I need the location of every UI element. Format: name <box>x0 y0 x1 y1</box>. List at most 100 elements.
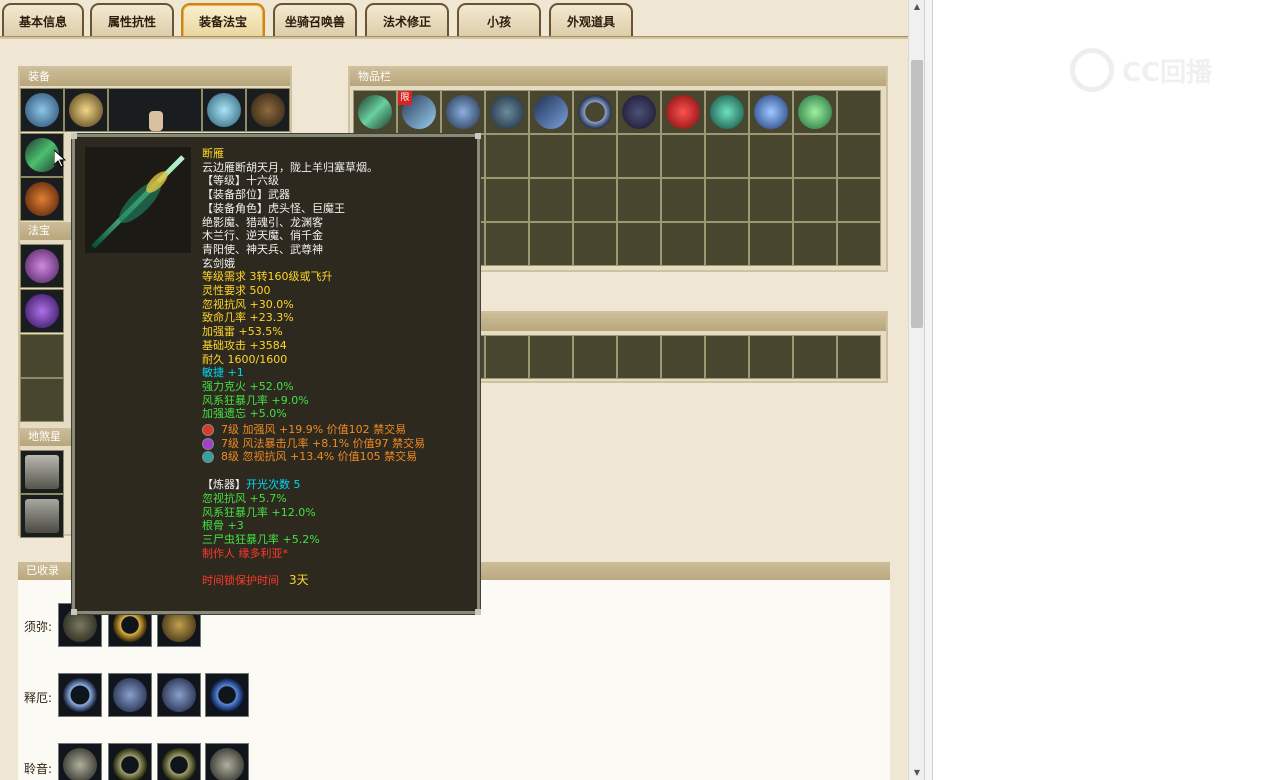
bronze-ring-icon <box>113 748 147 780</box>
storage-slot[interactable] <box>661 335 705 379</box>
inventory-slot[interactable] <box>749 222 793 266</box>
disha-slot-1[interactable] <box>20 450 64 494</box>
collection-item[interactable] <box>157 743 201 780</box>
disha-slot-2[interactable] <box>20 494 64 538</box>
inventory-slot[interactable] <box>573 134 617 178</box>
tab-child[interactable]: 小孩 <box>457 3 541 37</box>
inventory-slot[interactable] <box>837 178 881 222</box>
collection-item[interactable] <box>108 673 152 717</box>
item-level: 【等级】十六级 <box>202 174 279 188</box>
inventory-slot[interactable] <box>529 222 573 266</box>
tab-mount-pet[interactable]: 坐骑召唤兽 <box>273 3 357 37</box>
inventory-slot[interactable] <box>617 178 661 222</box>
inventory-slot[interactable] <box>617 134 661 178</box>
tab-appearance[interactable]: 外观道具 <box>549 3 633 37</box>
inventory-slot[interactable] <box>529 178 573 222</box>
item-tooltip: 断雁 云边雁断胡天月，陇上羊归塞草烟。 【等级】十六级 【装备部位】武器 【装备… <box>71 133 481 615</box>
inventory-slot[interactable] <box>837 90 881 134</box>
tab-equipment[interactable]: 装备法宝 <box>181 3 265 37</box>
storage-slot[interactable] <box>837 335 881 379</box>
inventory-slot[interactable] <box>617 90 661 134</box>
equip-slot-armor[interactable] <box>202 88 246 132</box>
inventory-slot[interactable] <box>837 134 881 178</box>
inventory-slot[interactable] <box>749 134 793 178</box>
collection-item[interactable] <box>58 673 102 717</box>
equip-slot-shoes[interactable] <box>20 177 64 221</box>
storage-slot[interactable] <box>529 335 573 379</box>
tab-attributes[interactable]: 属性抗性 <box>90 3 174 37</box>
item-roles: 玄剑娥 <box>202 256 235 270</box>
tooltip-corner <box>475 609 481 615</box>
scroll-down-icon[interactable]: ▼ <box>909 766 925 780</box>
inventory-slot[interactable] <box>441 90 485 134</box>
storage-slot[interactable] <box>793 335 837 379</box>
inventory-slot[interactable] <box>705 222 749 266</box>
inventory-slot[interactable] <box>485 178 529 222</box>
inventory-slot[interactable] <box>705 90 749 134</box>
spear-art-icon <box>91 155 185 249</box>
inventory-slot[interactable] <box>749 178 793 222</box>
storage-slot[interactable] <box>749 335 793 379</box>
inventory-slot[interactable] <box>617 222 661 266</box>
inventory-slot[interactable] <box>661 222 705 266</box>
scroll-thumb[interactable] <box>911 60 923 328</box>
item-bonus: 加强遗忘 +5.0% <box>202 407 287 421</box>
item-part: 【装备部位】武器 <box>202 188 290 202</box>
collection-item[interactable] <box>205 743 249 780</box>
fabao-slot-1[interactable] <box>20 244 64 288</box>
necklace-icon <box>69 93 103 127</box>
inventory-slot[interactable] <box>705 178 749 222</box>
inventory-slot[interactable] <box>793 134 837 178</box>
storage-slot[interactable] <box>485 335 529 379</box>
inventory-slot[interactable] <box>793 178 837 222</box>
collection-item[interactable] <box>205 673 249 717</box>
equip-slot-necklace[interactable] <box>64 88 108 132</box>
inventory-slot[interactable] <box>485 222 529 266</box>
inventory-slot[interactable] <box>661 178 705 222</box>
equip-slot-helmet[interactable] <box>20 88 64 132</box>
gourd-icon <box>446 95 480 129</box>
inventory-slot[interactable] <box>485 134 529 178</box>
storage-slot[interactable] <box>705 335 749 379</box>
inventory-slot[interactable] <box>793 222 837 266</box>
weapon-image <box>85 147 191 253</box>
inventory-slot[interactable] <box>485 90 529 134</box>
refine-label: 【炼器】 <box>202 478 246 492</box>
inventory-slot[interactable] <box>661 134 705 178</box>
inventory-slot[interactable] <box>353 90 397 134</box>
storage-slot[interactable] <box>573 335 617 379</box>
refine-count: 开光次数 5 <box>246 478 301 492</box>
gem-line: 7级 风法暴击几率 +8.1% 价值97 禁交易 <box>202 437 477 451</box>
equip-slot-belt[interactable] <box>246 88 290 132</box>
fabao-slot-3[interactable] <box>20 334 64 378</box>
inventory-slot[interactable] <box>661 90 705 134</box>
inventory-slot[interactable] <box>793 90 837 134</box>
item-agility: 敏捷 +1 <box>202 366 244 380</box>
silver-ring-icon <box>63 678 97 712</box>
tooltip-corner <box>71 609 77 615</box>
character-portrait <box>108 88 202 132</box>
inventory-slot[interactable] <box>529 90 573 134</box>
inventory-slot[interactable] <box>529 134 573 178</box>
item-req-spirit: 灵性要求 500 <box>202 284 271 298</box>
collection-item[interactable] <box>58 743 102 780</box>
inventory-slot[interactable] <box>837 222 881 266</box>
inventory-slot[interactable] <box>573 90 617 134</box>
collection-item[interactable] <box>157 673 201 717</box>
scroll-up-icon[interactable]: ▲ <box>909 0 925 14</box>
inventory-slot[interactable] <box>705 134 749 178</box>
inventory-slot[interactable]: 限 <box>397 90 441 134</box>
item-bonus: 风系狂暴几率 +9.0% <box>202 393 309 407</box>
vertical-scrollbar[interactable]: ▲ ▼ <box>908 0 924 780</box>
storage-slot[interactable] <box>617 335 661 379</box>
character-figure-icon <box>149 111 163 131</box>
cursor-icon <box>54 150 66 168</box>
inventory-slot[interactable] <box>573 178 617 222</box>
tab-basic-info[interactable]: 基本信息 <box>2 3 84 37</box>
inventory-slot[interactable] <box>573 222 617 266</box>
fabao-slot-4[interactable] <box>20 378 64 422</box>
tab-spell-correction[interactable]: 法术修正 <box>365 3 449 37</box>
collection-item[interactable] <box>108 743 152 780</box>
inventory-slot[interactable] <box>749 90 793 134</box>
fabao-slot-2[interactable] <box>20 289 64 333</box>
